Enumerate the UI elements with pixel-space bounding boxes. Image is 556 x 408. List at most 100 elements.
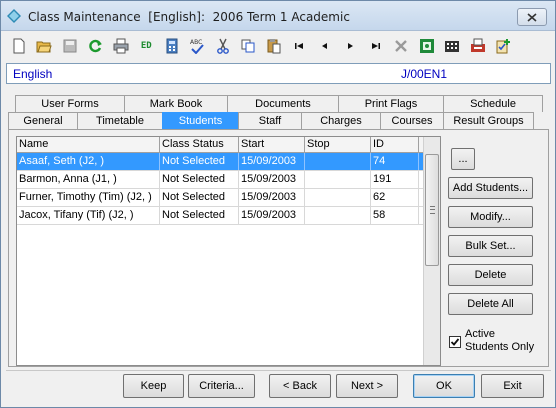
cell-stop (305, 189, 371, 206)
tab-staff[interactable]: Staff (238, 112, 302, 129)
cell-class-status: Not Selected (160, 171, 239, 188)
next-record-button[interactable] (338, 35, 364, 57)
more-button[interactable]: ... (451, 148, 475, 170)
edit-button[interactable]: ED (134, 35, 160, 57)
delete-student-button[interactable]: Delete (448, 264, 533, 286)
back-button[interactable]: < Back (269, 374, 331, 398)
previous-record-icon (321, 43, 327, 49)
open-button[interactable] (32, 35, 58, 57)
cell-start: 15/09/2003 (239, 189, 305, 206)
ok-button[interactable]: OK (413, 374, 475, 398)
tab-mark-book[interactable]: Mark Book (124, 95, 228, 112)
copy-button[interactable] (236, 35, 262, 57)
filter-icon (445, 41, 460, 52)
checkmark-icon (450, 338, 460, 346)
exit-button[interactable]: Exit (481, 374, 544, 398)
save-icon (63, 39, 77, 53)
first-record-button[interactable] (287, 35, 313, 57)
spellcheck-button[interactable]: ABC (185, 35, 211, 57)
cell-id: 62 (371, 189, 419, 206)
tab-print-flags[interactable]: Print Flags (338, 95, 444, 112)
active-students-checkbox[interactable] (449, 336, 461, 348)
grid-header: Name Class Status Start Stop ID (17, 137, 440, 153)
tab-timetable[interactable]: Timetable (77, 112, 163, 129)
column-header-stop[interactable]: Stop (305, 137, 371, 152)
last-record-button[interactable] (363, 35, 389, 57)
cell-stop (305, 171, 371, 188)
tab-schedule[interactable]: Schedule (443, 95, 543, 112)
last-record-icon (371, 43, 380, 49)
clipboard-button[interactable] (491, 35, 517, 57)
calculator-icon (166, 38, 178, 54)
title-bar: Class Maintenance [English]: 2006 Term 1… (1, 1, 555, 31)
tab-documents[interactable]: Documents (227, 95, 339, 112)
clipboard-icon (496, 39, 511, 54)
tabs-row-top: User Forms Mark Book Documents Print Fla… (15, 95, 543, 112)
active-students-label-line1: Active (465, 328, 495, 340)
column-header-class-status[interactable]: Class Status (160, 137, 239, 152)
next-button[interactable]: Next > (336, 374, 398, 398)
column-header-name[interactable]: Name (17, 137, 160, 152)
tab-general[interactable]: General (8, 112, 78, 129)
first-record-icon (295, 43, 304, 49)
table-row[interactable]: Jacox, Tifany (Tif) (J2, ) Not Selected … (17, 207, 440, 225)
svg-text:ABC: ABC (190, 39, 202, 46)
cell-name: Asaaf, Seth (J2, ) (17, 153, 160, 170)
bulk-set-button[interactable]: Bulk Set... (448, 235, 533, 257)
table-row[interactable]: Furner, Timothy (Tim) (J2, ) Not Selecte… (17, 189, 440, 207)
find-icon (419, 39, 434, 53)
cell-id: 58 (371, 207, 419, 224)
close-icon (527, 13, 537, 22)
delete-button[interactable] (389, 35, 415, 57)
cut-button[interactable] (210, 35, 236, 57)
tab-user-forms[interactable]: User Forms (15, 95, 125, 112)
cell-id: 191 (371, 171, 419, 188)
cell-start: 15/09/2003 (239, 171, 305, 188)
find-button[interactable] (414, 35, 440, 57)
refresh-button[interactable] (83, 35, 109, 57)
calculator-button[interactable] (159, 35, 185, 57)
cell-class-status: Not Selected (160, 207, 239, 224)
grid-vertical-scrollbar[interactable] (423, 137, 440, 365)
refresh-icon (89, 39, 103, 53)
copy-icon (241, 39, 255, 53)
modify-button[interactable]: Modify... (448, 206, 533, 228)
students-grid: Name Class Status Start Stop ID Asaaf, S… (16, 136, 441, 366)
cut-icon (216, 38, 229, 54)
class-info-bar: English J/00EN1 (6, 63, 551, 84)
scrollbar-thumb[interactable] (425, 154, 439, 266)
tab-courses[interactable]: Courses (380, 112, 444, 129)
save-button[interactable] (57, 35, 83, 57)
delete-icon (395, 40, 408, 52)
paste-button[interactable] (261, 35, 287, 57)
class-code: J/00EN1 (401, 67, 448, 81)
column-header-id[interactable]: ID (371, 137, 419, 152)
new-icon (13, 38, 25, 54)
previous-record-button[interactable] (312, 35, 338, 57)
delete-all-button[interactable]: Delete All (448, 293, 533, 315)
table-row[interactable]: Asaaf, Seth (J2, ) Not Selected 15/09/20… (17, 153, 440, 171)
tab-charges[interactable]: Charges (301, 112, 381, 129)
filter-button[interactable] (440, 35, 466, 57)
bottom-separator (6, 370, 551, 371)
cell-stop (305, 153, 371, 170)
new-button[interactable] (6, 35, 32, 57)
criteria-button[interactable]: Criteria... (188, 374, 255, 398)
paste-icon (267, 39, 281, 54)
column-header-start[interactable]: Start (239, 137, 305, 152)
app-diamond-icon (7, 9, 21, 23)
close-button[interactable] (517, 8, 547, 26)
print-setup-button[interactable] (465, 35, 491, 57)
tab-result-groups[interactable]: Result Groups (443, 112, 534, 129)
print-button[interactable] (108, 35, 134, 57)
add-students-button[interactable]: Add Students... (448, 177, 533, 199)
print-icon (113, 38, 129, 54)
tab-students[interactable]: Students (162, 112, 239, 129)
table-row[interactable]: Barmon, Anna (J1, ) Not Selected 15/09/2… (17, 171, 440, 189)
cell-class-status: Not Selected (160, 189, 239, 206)
cell-name: Barmon, Anna (J1, ) (17, 171, 160, 188)
class-name: English (13, 67, 53, 81)
cell-name: Jacox, Tifany (Tif) (J2, ) (17, 207, 160, 224)
keep-button[interactable]: Keep (123, 374, 184, 398)
window-title: Class Maintenance [English]: 2006 Term 1… (28, 10, 350, 24)
